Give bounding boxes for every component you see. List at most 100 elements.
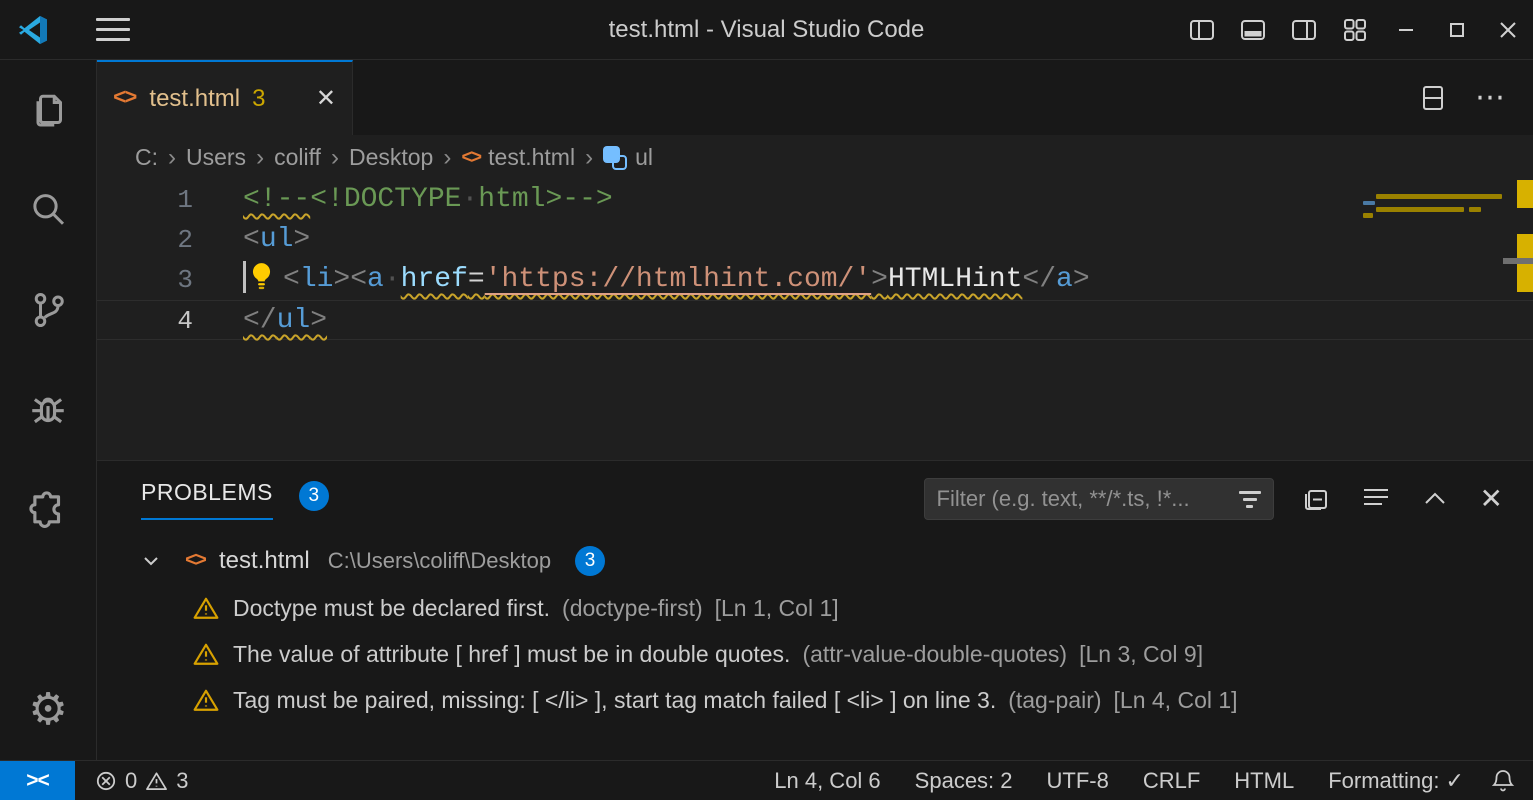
layout-sidebar-right-icon[interactable] <box>1278 0 1329 59</box>
code-token: HTMLHint <box>888 264 1022 295</box>
ruler-warning-mark <box>1517 234 1533 258</box>
status-formatting-status[interactable]: Formatting: ✓ <box>1311 761 1481 800</box>
more-actions-icon[interactable]: ⋯ <box>1475 92 1507 104</box>
code-token: ul <box>277 305 311 336</box>
breadcrumb-segment[interactable]: <>test.html <box>461 144 575 171</box>
code-line: 3<li><a·href='https://htmlhint.com/'>HTM… <box>97 260 1533 300</box>
status-cursor-position[interactable]: Ln 4, Col 6 <box>757 761 897 800</box>
status-bar: >< 0 3 Ln 4, Col 6Spaces: 2UTF-8CRLFHTML… <box>0 760 1533 800</box>
close-window-icon[interactable] <box>1482 0 1533 59</box>
problem-row[interactable]: Tag must be paired, missing: [ </li> ], … <box>97 677 1533 723</box>
explorer-icon[interactable] <box>0 60 97 160</box>
debug-bug-icon[interactable] <box>0 360 97 460</box>
text-cursor <box>243 261 246 293</box>
problem-rule-code: (doctype-first) <box>562 595 703 622</box>
minimize-icon[interactable] <box>1380 0 1431 59</box>
split-editor-icon[interactable] <box>1421 84 1445 112</box>
minimap-code-line <box>1363 201 1375 205</box>
minimap-warning-line <box>1376 194 1502 199</box>
code-token: <!-- <box>243 184 310 215</box>
panel-header: PROBLEMS 3 <box>97 461 1533 537</box>
file-path: C:\Users\coliff\Desktop <box>328 548 551 574</box>
menu-icon[interactable] <box>96 18 130 41</box>
status-encoding[interactable]: UTF-8 <box>1030 761 1126 800</box>
code-token: ul <box>260 224 294 255</box>
collapse-all-icon[interactable] <box>1302 485 1330 513</box>
problem-location: [Ln 1, Col 1] <box>715 595 839 622</box>
code-token: a <box>367 264 384 295</box>
breadcrumb-segment[interactable]: C: <box>135 144 158 171</box>
code-editor[interactable]: 1<!--<!DOCTYPE·html>-->2<ul>3<li><a·href… <box>97 180 1533 460</box>
breadcrumb-chevron-icon: › <box>585 144 593 172</box>
warning-triangle-icon <box>145 770 168 792</box>
problem-rule-code: (attr-value-double-quotes) <box>802 641 1067 668</box>
status-indentation[interactable]: Spaces: 2 <box>898 761 1030 800</box>
lightbulb-icon[interactable] <box>248 261 275 305</box>
overview-ruler[interactable] <box>1517 180 1533 460</box>
maximize-panel-icon[interactable] <box>1422 489 1448 509</box>
minimap-warning-line <box>1376 207 1464 212</box>
source-control-icon[interactable] <box>0 260 97 360</box>
code-line: 2<ul> <box>97 220 1533 260</box>
activity-bar: ⚙ <box>0 60 97 760</box>
settings-gear-icon[interactable]: ⚙ <box>0 660 97 760</box>
code-token: · <box>461 184 478 215</box>
status-problems[interactable]: 0 3 <box>95 768 189 794</box>
line-content: <!--<!DOCTYPE·html>--> <box>193 180 613 220</box>
extensions-icon[interactable] <box>0 460 97 560</box>
close-panel-icon[interactable]: ✕ <box>1480 485 1503 513</box>
file-problem-badge: 3 <box>575 546 605 576</box>
code-token: > <box>293 224 310 255</box>
problems-file-group[interactable]: <> test.html C:\Users\coliff\Desktop 3 <box>97 537 1533 585</box>
editor-actions: ⋯ <box>1421 60 1533 135</box>
breadcrumb-segment[interactable]: Users <box>186 144 246 171</box>
minimap-warning-line <box>1363 213 1373 218</box>
problems-panel: PROBLEMS 3 <box>97 460 1533 760</box>
breadcrumb-segment[interactable]: ul <box>603 144 653 171</box>
layout-grid-icon[interactable] <box>1329 0 1380 59</box>
problem-row[interactable]: The value of attribute [ href ] must be … <box>97 631 1533 677</box>
minimap[interactable] <box>1363 180 1503 380</box>
tab-label: test.html <box>149 85 240 113</box>
code-token: > <box>1073 264 1090 295</box>
breadcrumb-label: Users <box>186 144 246 171</box>
close-tab-icon[interactable]: ✕ <box>316 84 336 113</box>
breadcrumb-chevron-icon: › <box>256 144 264 172</box>
layout-panel-icon[interactable] <box>1227 0 1278 59</box>
line-number: 1 <box>97 180 193 220</box>
problem-row[interactable]: Doctype must be declared first.(doctype-… <box>97 585 1533 631</box>
status-language-mode[interactable]: HTML <box>1217 761 1311 800</box>
status-eol-sequence[interactable]: CRLF <box>1126 761 1217 800</box>
filter-icon[interactable] <box>1239 491 1261 508</box>
code-token: 'https://htmlhint.com/' <box>485 264 871 295</box>
maximize-icon[interactable] <box>1431 0 1482 59</box>
tab-test-html[interactable]: <> test.html 3 ✕ <box>97 60 353 135</box>
remote-icon: >< <box>26 769 49 793</box>
breadcrumb-label: C: <box>135 144 158 171</box>
problem-location: [Ln 3, Col 9] <box>1079 641 1203 668</box>
tab-problems[interactable]: PROBLEMS 3 <box>141 479 329 520</box>
breadcrumb-segment[interactable]: Desktop <box>349 144 433 171</box>
search-icon[interactable] <box>0 160 97 260</box>
tab-bar: <> test.html 3 ✕ ⋯ <box>97 60 1533 135</box>
breadcrumb-label: coliff <box>274 144 321 171</box>
problems-count-badge: 3 <box>299 481 329 511</box>
breadcrumb-segment[interactable]: coliff <box>274 144 321 171</box>
layout-sidebar-left-icon[interactable] <box>1176 0 1227 59</box>
problems-title: PROBLEMS <box>141 479 273 520</box>
line-number: 2 <box>97 220 193 260</box>
code-token: < <box>283 264 300 295</box>
code-token: a <box>1056 264 1073 295</box>
warning-triangle-icon <box>193 688 219 712</box>
line-content: </ul> <box>193 301 327 339</box>
line-content: <ul> <box>193 220 310 260</box>
html-file-icon: <> <box>185 550 205 573</box>
breadcrumb: C:›Users›coliff›Desktop›<>test.html›ul <box>97 135 1533 180</box>
notifications-bell-icon[interactable] <box>1481 761 1533 800</box>
status-right: Ln 4, Col 6Spaces: 2UTF-8CRLFHTMLFormatt… <box>757 761 1533 800</box>
filter-input[interactable] <box>937 486 1233 512</box>
remote-indicator[interactable]: >< <box>0 761 75 800</box>
problems-filter[interactable] <box>924 478 1274 520</box>
view-as-list-icon[interactable] <box>1362 487 1390 511</box>
title-bar: test.html - Visual Studio Code <box>0 0 1533 60</box>
